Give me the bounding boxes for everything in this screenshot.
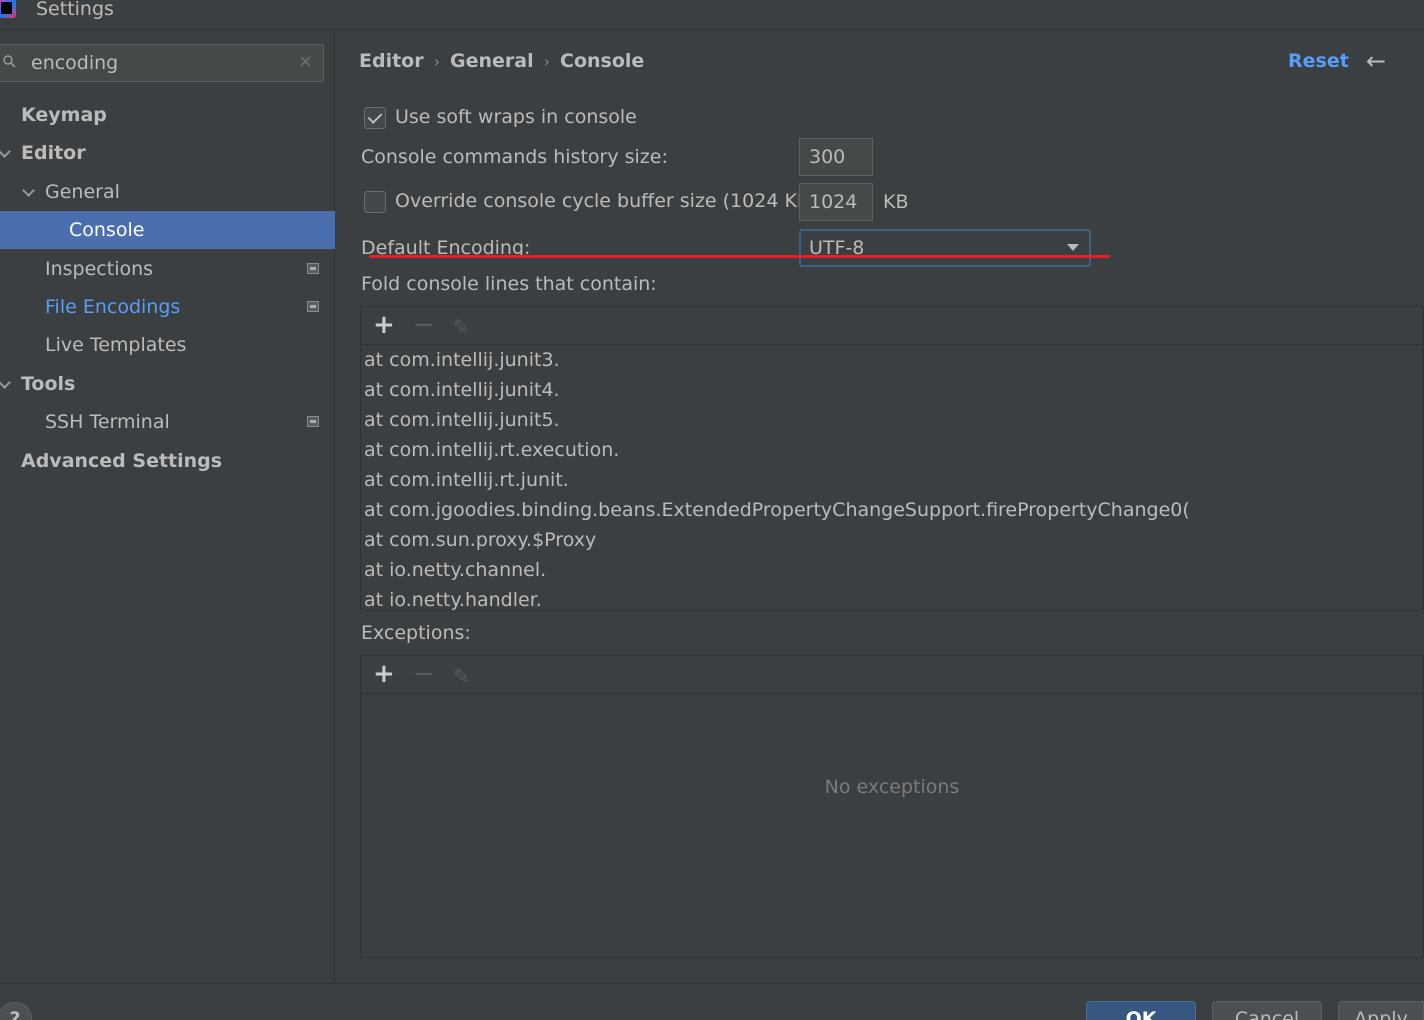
title-bar: Settings	[0, 0, 1424, 30]
add-icon[interactable]: +	[373, 309, 395, 341]
sidebar-item-inspections[interactable]: Inspections	[0, 250, 335, 288]
sidebar-item-label: Advanced Settings	[21, 450, 223, 472]
red-annotation-underline	[369, 255, 1110, 258]
fold-lines-toolbar: + − ✎	[361, 307, 1423, 345]
sidebar-item-general[interactable]: General	[0, 173, 335, 211]
override-buffer-checkbox[interactable]	[364, 191, 386, 213]
sidebar-item-file-encodings[interactable]: File Encodings	[0, 288, 335, 326]
sidebar-item-label: General	[45, 181, 120, 203]
reset-link[interactable]: Reset	[1288, 50, 1349, 72]
breadcrumb-separator: ›	[543, 52, 551, 71]
exceptions-label: Exceptions:	[361, 622, 471, 644]
window-title: Settings	[36, 0, 114, 20]
add-icon[interactable]: +	[373, 658, 395, 690]
fold-lines-label: Fold console lines that contain:	[361, 273, 657, 295]
sidebar-item-keymap[interactable]: Keymap	[0, 96, 335, 134]
list-item[interactable]: at io.netty.channel.	[364, 555, 546, 585]
chevron-down-icon[interactable]	[0, 145, 11, 158]
breadcrumb-item: Console	[560, 50, 645, 72]
default-encoding-select[interactable]: UTF-8	[799, 229, 1091, 267]
sidebar-item-label: Keymap	[21, 104, 107, 126]
buffer-size-field[interactable]: 1024	[799, 183, 873, 221]
list-item[interactable]: at com.sun.proxy.$Proxy	[364, 525, 596, 555]
intellij-app-icon	[0, 0, 16, 18]
project-settings-icon	[307, 416, 319, 427]
list-item[interactable]: at com.jgoodies.binding.beans.ExtendedPr…	[364, 495, 1190, 525]
help-button[interactable]: ?	[0, 1002, 32, 1020]
fold-lines-panel: + − ✎ at com.intellij.junit3. at com.int…	[360, 306, 1424, 611]
edit-icon[interactable]: ✎	[453, 660, 470, 692]
breadcrumb-item: Editor	[359, 50, 424, 72]
sidebar-item-label: Inspections	[45, 258, 154, 280]
sidebar-item-editor[interactable]: Editor	[0, 134, 335, 172]
back-arrow-icon[interactable]: ←	[1366, 47, 1386, 75]
breadcrumb: Editor › General › Console	[359, 50, 644, 72]
breadcrumb-item: General	[450, 50, 534, 72]
exceptions-panel: + − ✎ No exceptions	[360, 655, 1424, 958]
sidebar-item-tools[interactable]: Tools	[0, 365, 335, 403]
soft-wraps-label: Use soft wraps in console	[395, 106, 637, 128]
soft-wraps-checkbox[interactable]	[364, 107, 386, 129]
project-settings-icon	[307, 301, 319, 312]
history-size-label: Console commands history size:	[361, 146, 668, 168]
sidebar-item-label: Live Templates	[45, 334, 187, 356]
remove-icon[interactable]: −	[413, 309, 435, 341]
project-settings-icon	[307, 263, 319, 274]
override-buffer-label: Override console cycle buffer size (1024…	[395, 190, 818, 212]
dialog-button-bar: ? OK Cancel Apply	[0, 983, 1424, 1020]
chevron-down-icon[interactable]	[22, 184, 35, 197]
sidebar-item-label: File Encodings	[45, 296, 181, 318]
remove-icon[interactable]: −	[413, 658, 435, 690]
sidebar-item-advanced-settings[interactable]: Advanced Settings	[0, 442, 335, 480]
sidebar-item-ssh-terminal[interactable]: SSH Terminal	[0, 403, 335, 441]
settings-content: Editor › General › Console Reset ← Use soft …	[336, 30, 1424, 983]
sidebar-item-live-templates[interactable]: Live Templates	[0, 326, 335, 364]
exceptions-toolbar: + − ✎	[361, 656, 1423, 694]
sidebar-item-label: SSH Terminal	[45, 411, 170, 433]
list-item[interactable]: at io.netty.handler.	[364, 585, 542, 615]
settings-sidebar: ✕ Keymap Editor General Console Inspecti…	[0, 30, 335, 983]
dropdown-arrow-icon	[1067, 244, 1079, 251]
edit-icon[interactable]: ✎	[453, 311, 470, 343]
list-item[interactable]: at com.intellij.rt.junit.	[364, 465, 569, 495]
buffer-size-unit: KB	[883, 191, 909, 213]
cancel-button[interactable]: Cancel	[1212, 1001, 1322, 1020]
list-item[interactable]: at com.intellij.rt.execution.	[364, 435, 619, 465]
ok-button[interactable]: OK	[1086, 1001, 1196, 1020]
list-item[interactable]: at com.intellij.junit5.	[364, 405, 560, 435]
breadcrumb-separator: ›	[433, 52, 441, 71]
sidebar-item-label: Editor	[21, 142, 86, 164]
apply-button[interactable]: Apply	[1338, 1001, 1424, 1020]
clear-search-icon[interactable]: ✕	[298, 52, 313, 73]
sidebar-item-label: Tools	[21, 373, 76, 395]
search-input[interactable]	[31, 49, 281, 77]
settings-search-box[interactable]: ✕	[0, 44, 324, 82]
sidebar-item-console[interactable]: Console	[0, 211, 335, 249]
chevron-down-icon[interactable]	[0, 376, 11, 389]
list-item[interactable]: at com.intellij.junit3.	[364, 345, 560, 375]
empty-state-text: No exceptions	[824, 776, 960, 798]
history-size-field[interactable]: 300	[799, 138, 873, 176]
list-item[interactable]: at com.intellij.junit4.	[364, 375, 560, 405]
sidebar-item-label: Console	[69, 219, 145, 241]
search-icon	[3, 55, 16, 68]
